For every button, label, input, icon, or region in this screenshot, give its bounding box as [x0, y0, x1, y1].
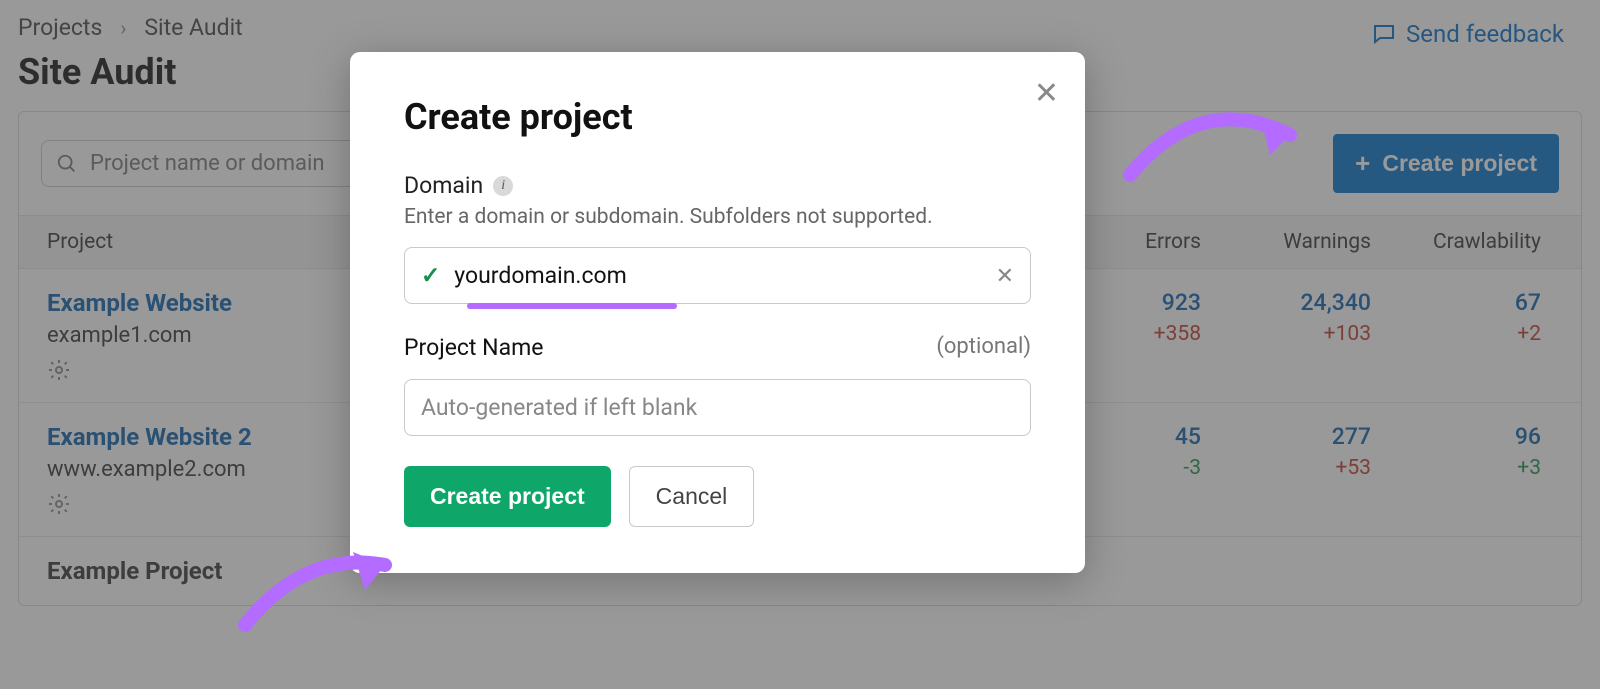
clear-icon[interactable]: ✕ [996, 263, 1014, 289]
submit-button[interactable]: Create project [404, 466, 611, 527]
modal-title: Create project [404, 96, 1031, 138]
cancel-button[interactable]: Cancel [629, 466, 755, 527]
optional-label: (optional) [936, 334, 1031, 361]
domain-hint: Enter a domain or subdomain. Subfolders … [404, 205, 1031, 229]
domain-field[interactable]: ✓ yourdomain.com ✕ [404, 247, 1031, 304]
project-name-placeholder: Auto-generated if left blank [421, 394, 697, 421]
project-name-field[interactable]: Auto-generated if left blank [404, 379, 1031, 436]
project-name-label: Project Name [404, 334, 543, 361]
domain-value: yourdomain.com [454, 262, 627, 289]
annotation-underline [467, 303, 677, 309]
domain-label: Domain [404, 172, 483, 199]
close-icon[interactable]: ✕ [1034, 76, 1059, 111]
create-project-modal: ✕ Create project Domain i Enter a domain… [350, 52, 1085, 573]
info-icon[interactable]: i [493, 176, 513, 196]
check-icon: ✓ [421, 262, 440, 289]
